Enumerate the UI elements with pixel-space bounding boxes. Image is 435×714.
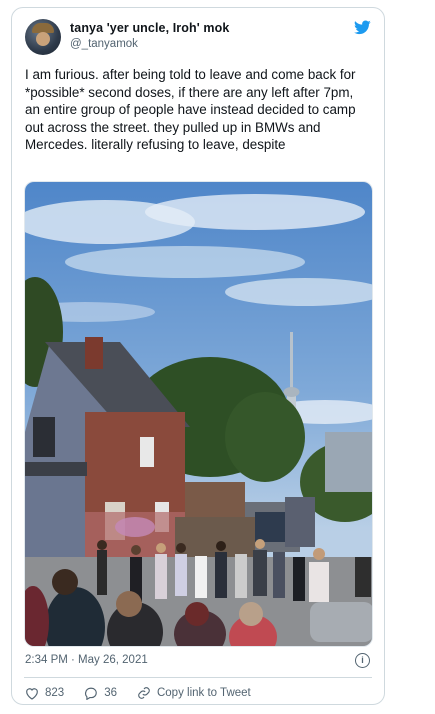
like-count: 823 [45, 687, 65, 699]
avatar[interactable] [25, 19, 61, 55]
link-icon [138, 687, 150, 699]
tweet-timestamp[interactable]: 2:34 PM · May 26, 2021 [25, 654, 148, 666]
divider [24, 677, 372, 678]
reply-count: 36 [104, 687, 117, 699]
street-crowd-photo [25, 182, 372, 646]
tweet-actions: 823 36 Copy link to Tweet [25, 685, 271, 701]
like-button[interactable]: 823 [25, 687, 64, 700]
copy-link-label: Copy link to Tweet [156, 687, 251, 699]
author-handle[interactable]: @_tanyamok [70, 38, 138, 50]
author-display-name[interactable]: tanya 'yer uncle, Iroh' mok [70, 21, 229, 35]
tweet-card[interactable]: tanya 'yer uncle, Iroh' mok @_tanyamok I… [11, 7, 385, 705]
heart-icon [26, 687, 38, 700]
twitter-bird-icon[interactable] [354, 20, 371, 35]
copy-link-button[interactable]: Copy link to Tweet [137, 686, 251, 700]
tweet-text: I am furious. after being told to leave … [25, 67, 356, 152]
tweet-photo[interactable] [24, 181, 373, 647]
info-icon[interactable]: i [355, 653, 370, 668]
reply-icon [85, 687, 97, 700]
reply-button[interactable]: 36 [84, 687, 117, 700]
